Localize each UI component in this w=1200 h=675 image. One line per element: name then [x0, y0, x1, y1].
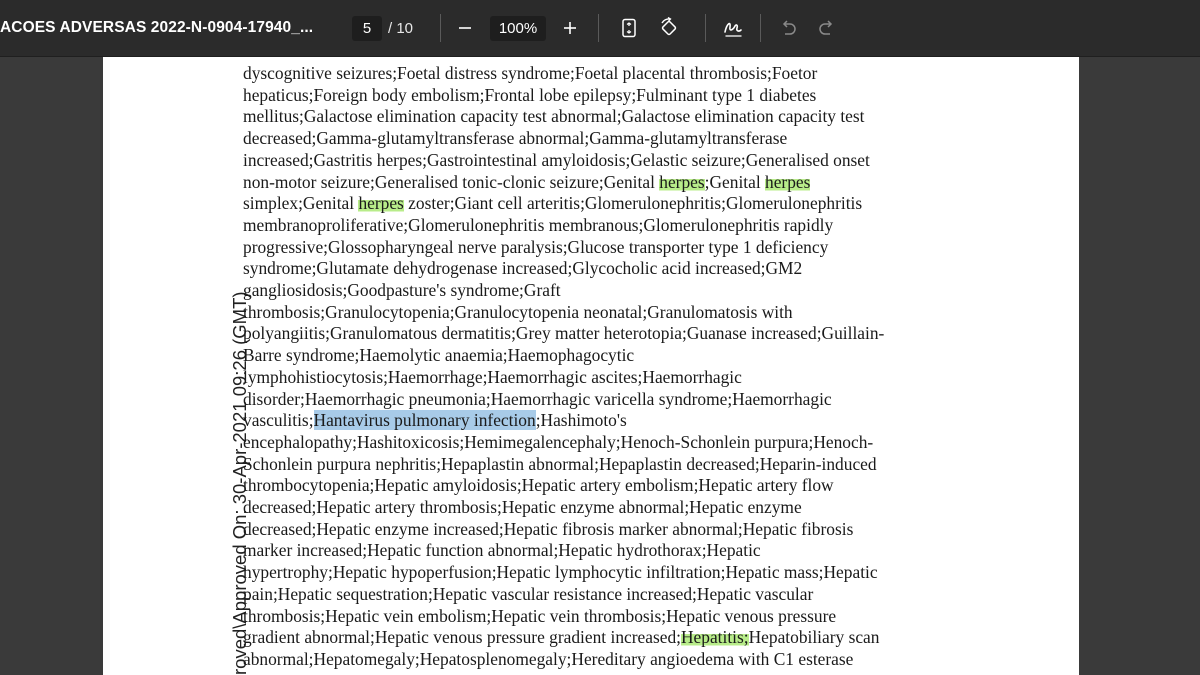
document-title: ACOES ADVERSAS 2022-N-0904-17940_... [0, 19, 314, 36]
text-line: membranoproliferative;Glomerulonephritis… [243, 215, 833, 237]
text-run: thrombosis;Hepatic vein embolism;Hepatic… [243, 605, 837, 626]
page-number-input[interactable]: 5 [352, 16, 382, 41]
text-run: non-motor seizure;Generalised tonic-clon… [243, 171, 660, 192]
text-line: syndrome;Glutamate dehydrogenase increas… [243, 258, 802, 280]
text-run: lymphohistiocytosis;Haemorrhage;Haemorrh… [243, 366, 742, 387]
text-line: pain;Hepatic sequestration;Hepatic vascu… [243, 584, 813, 606]
text-run: thrombocytopenia;Hepatic amyloidosis;Hep… [243, 475, 834, 496]
draw-button[interactable] [719, 14, 747, 42]
text-line: decreased;Gamma-glutamyltransferase abno… [243, 128, 787, 150]
text-line: hepaticus;Foreign body embolism;Frontal … [243, 85, 816, 107]
text-run: simplex;Genital [243, 193, 359, 214]
text-line: lymphohistiocytosis;Haemorrhage;Haemorrh… [243, 367, 742, 389]
text-run: dyscognitive seizures;Foetal distress sy… [243, 63, 818, 83]
zoom-in-button[interactable] [556, 14, 584, 42]
text-run: abnormal;Hepatomegaly;Hepatosplenomegaly… [243, 648, 854, 669]
text-line: Schonlein purpura nephritis;Hepaplastin … [243, 454, 877, 476]
text-line: polyangiitis;Granulomatous dermatitis;Gr… [243, 323, 884, 345]
text-line: decreased;Hepatic enzyme increased;Hepat… [243, 519, 853, 541]
text-line: encephalopathy;Hashitoxicosis;Hemimegale… [243, 432, 873, 454]
rotate-icon [661, 17, 677, 36]
undo-button[interactable] [774, 14, 802, 42]
text-run: Barre syndrome;Haemolytic anaemia;Haemop… [243, 345, 635, 366]
text-run: increased;Gastritis herpes;Gastrointesti… [243, 149, 870, 170]
text-run: encephalopathy;Hashitoxicosis;Hemimegale… [243, 431, 874, 452]
green-highlight: herpes [659, 171, 705, 192]
toolbar-divider [440, 14, 441, 42]
toolbar-divider [598, 14, 599, 42]
text-line: marker increased;Hepatic function abnorm… [243, 540, 761, 562]
text-line: dyscognitive seizures;Foetal distress sy… [243, 63, 817, 85]
zoom-out-button[interactable] [451, 14, 479, 42]
document-viewer[interactable]: roved\Approved On: 30-Apr-2021 09:26 (GM… [0, 57, 1200, 675]
pdf-toolbar: ACOES ADVERSAS 2022-N-0904-17940_... 5 /… [0, 0, 1200, 57]
text-run: hypertrophy;Hepatic hypoperfusion;Hepati… [243, 562, 878, 583]
text-run: gangliosidosis;Goodpasture's syndrome;Gr… [243, 280, 561, 300]
text-run: Schonlein purpura nephritis;Hepaplastin … [243, 453, 877, 474]
text-line: vasculitis;Hantavirus pulmonary infectio… [243, 410, 627, 432]
text-run: pain;Hepatic sequestration;Hepatic vascu… [243, 583, 814, 604]
text-run: disorder;Haemorrhagic pneumonia;Haemorrh… [243, 388, 832, 409]
text-run: ;Hashimoto's [535, 410, 627, 431]
text-run: membranoproliferative;Glomerulonephritis… [243, 214, 834, 235]
text-run: decreased;Hepatic enzyme increased;Hepat… [243, 518, 854, 539]
text-run: marker increased;Hepatic function abnorm… [243, 540, 761, 561]
rotate-button[interactable] [655, 14, 683, 42]
text-line: gradient abnormal;Hepatic venous pressur… [243, 627, 879, 649]
text-line: hypertrophy;Hepatic hypoperfusion;Hepati… [243, 562, 878, 584]
text-run: polyangiitis;Granulomatous dermatitis;Gr… [243, 323, 885, 344]
text-run: ;Genital [704, 171, 766, 192]
text-run: zoster;Giant cell arteritis;Glomerulonep… [403, 193, 863, 214]
text-line: Barre syndrome;Haemolytic anaemia;Haemop… [243, 345, 634, 367]
text-line: gangliosidosis;Goodpasture's syndrome;Gr… [243, 280, 561, 302]
text-line: abnormal;Hepatomegaly;Hepatosplenomegaly… [243, 649, 853, 671]
text-run: Hepatobiliary scan [748, 627, 880, 648]
text-line: thrombosis;Hepatic vein embolism;Hepatic… [243, 606, 836, 628]
text-selection: Hantavirus pulmonary infection [313, 410, 536, 431]
text-line: progressive;Glossopharyngeal nerve paral… [243, 237, 828, 259]
text-run: thrombosis;Granulocytopenia;Granulocytop… [243, 301, 793, 322]
pdf-page: roved\Approved On: 30-Apr-2021 09:26 (GM… [103, 57, 1079, 675]
text-run: syndrome;Glutamate dehydrogenase increas… [243, 258, 803, 279]
minus-icon [459, 27, 471, 29]
redo-icon [819, 20, 833, 35]
text-run: mellitus;Galactose elimination capacity … [243, 106, 865, 127]
text-line: disorder;Haemorrhagic pneumonia;Haemorrh… [243, 389, 832, 411]
text-line: thrombosis;Granulocytopenia;Granulocytop… [243, 302, 793, 324]
fit-page-button[interactable] [615, 14, 643, 42]
toolbar-divider [760, 14, 761, 42]
plus-icon [564, 22, 576, 34]
text-run: decreased;Gamma-glutamyltransferase abno… [243, 128, 788, 149]
text-line: non-motor seizure;Generalised tonic-clon… [243, 171, 811, 194]
green-highlight: herpes [765, 171, 811, 192]
text-run: hepaticus;Foreign body embolism;Frontal … [243, 84, 817, 105]
draw-icon [724, 22, 742, 37]
redo-button[interactable] [813, 14, 841, 42]
toolbar-divider [705, 14, 706, 42]
text-run: gradient abnormal;Hepatic venous pressur… [243, 627, 681, 648]
page-total-label: / 10 [388, 20, 414, 37]
text-line: thrombocytopenia;Hepatic amyloidosis;Hep… [243, 475, 834, 497]
text-run: vasculitis; [243, 410, 314, 431]
text-line: decreased;Hepatic artery thrombosis;Hepa… [243, 497, 802, 519]
text-run: progressive;Glossopharyngeal nerve paral… [243, 236, 829, 257]
undo-icon [782, 20, 796, 35]
text-line: increased;Gastritis herpes;Gastrointesti… [243, 150, 870, 172]
zoom-level[interactable]: 100% [490, 16, 546, 41]
text-line: simplex;Genital herpes zoster;Giant cell… [243, 193, 862, 215]
green-highlight: herpes [358, 193, 404, 214]
text-run: decreased;Hepatic artery thrombosis;Hepa… [243, 497, 802, 517]
fit-page-icon [622, 18, 636, 38]
text-line: mellitus;Galactose elimination capacity … [243, 106, 865, 128]
green-highlight: Hepatitis; [680, 627, 749, 648]
